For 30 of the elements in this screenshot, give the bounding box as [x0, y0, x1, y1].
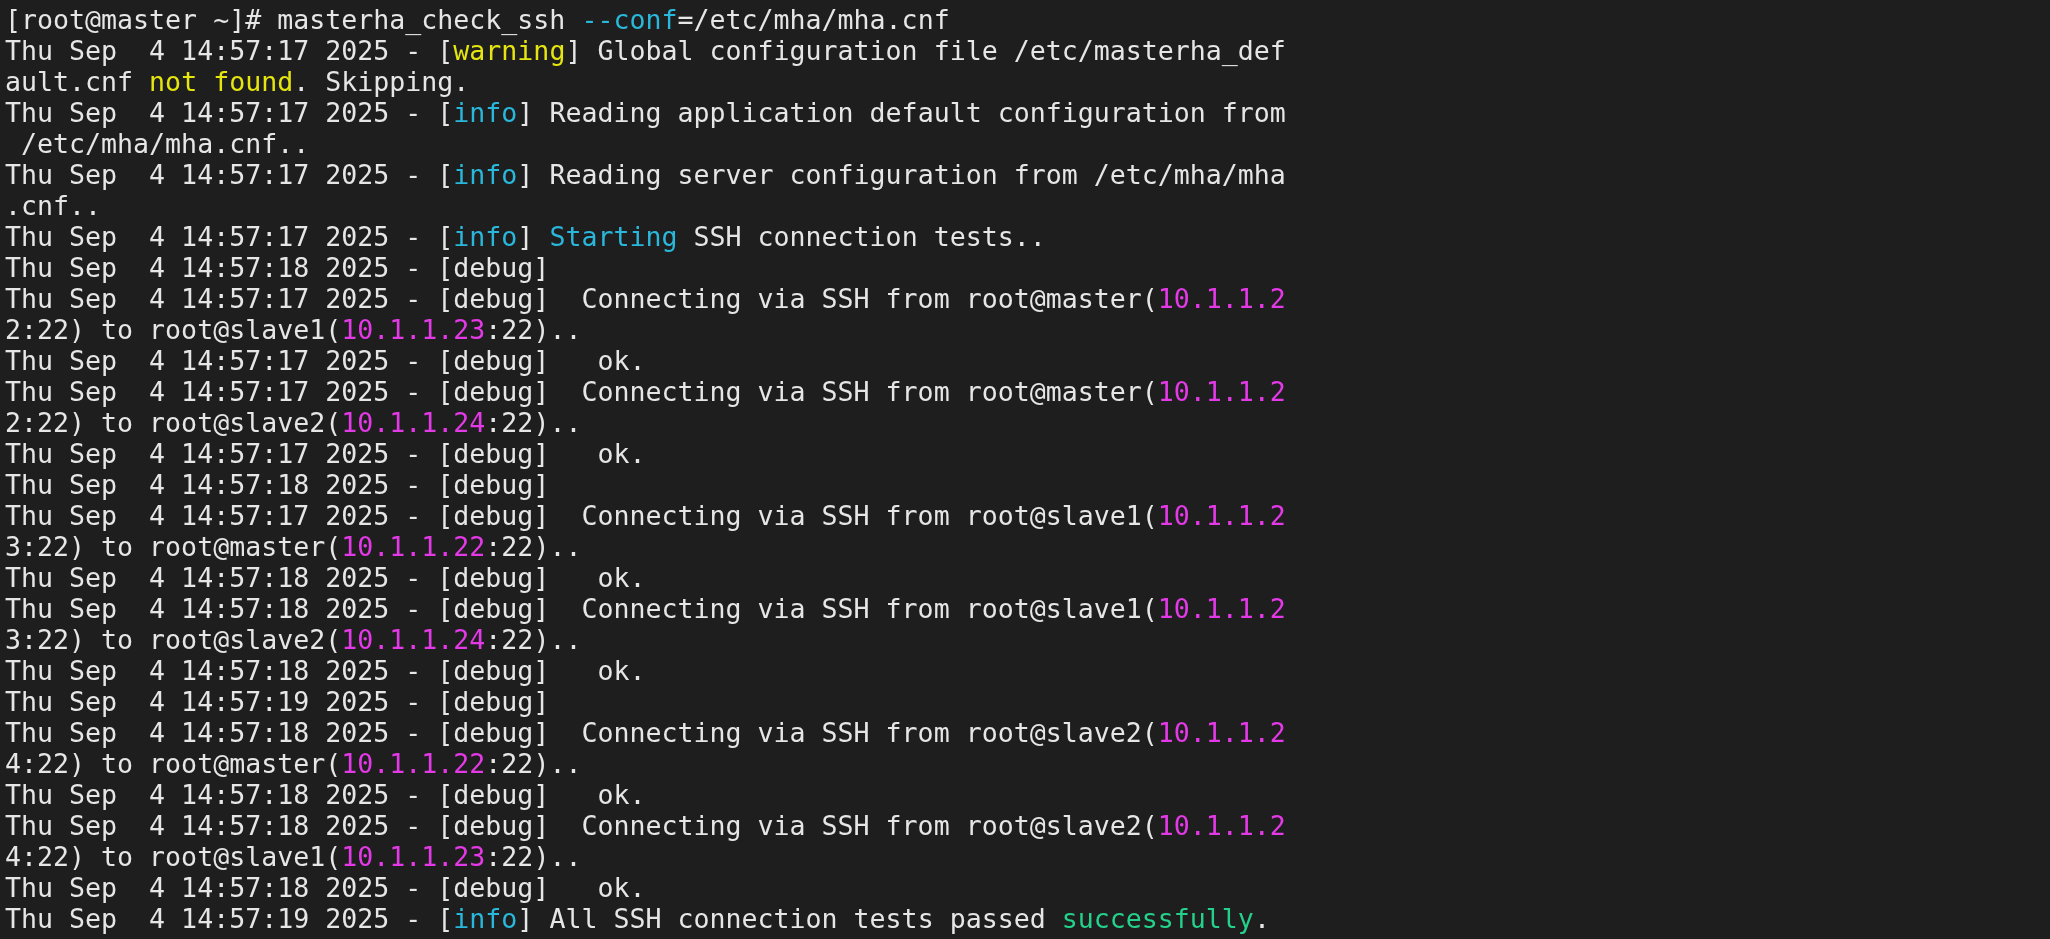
terminal-line: Thu Sep 4 14:57:19 2025 - [debug] — [5, 686, 550, 717]
terminal-line: Thu Sep 4 14:57:18 2025 - [debug] ok. — [5, 779, 646, 810]
terminal-line: Thu Sep 4 14:57:17 2025 - [debug] ok. — [5, 438, 646, 469]
terminal-line: Thu Sep 4 14:57:17 2025 - [debug] Connecting via SSH from root@master(10.1.1.2 — [5, 376, 1286, 407]
terminal-line: .cnf.. — [5, 190, 102, 221]
terminal-line: Thu Sep 4 14:57:18 2025 - [debug] ok. — [5, 562, 646, 593]
terminal-line: Thu Sep 4 14:57:18 2025 - [debug] Connecting via SSH from root@slave2(10.1.1.2 — [5, 717, 1286, 748]
terminal-line: Thu Sep 4 14:57:17 2025 - [info] Reading server configuration from /etc/mha/mha — [5, 159, 1286, 190]
terminal-line: 4:22) to root@master(10.1.1.22:22).. — [5, 748, 582, 779]
terminal-line: Thu Sep 4 14:57:18 2025 - [debug] Connecting via SSH from root@slave1(10.1.1.2 — [5, 593, 1286, 624]
terminal-line: Thu Sep 4 14:57:17 2025 - [info] Starting SSH connection tests.. — [5, 221, 1046, 252]
terminal-line: ault.cnf not found. Skipping. — [5, 66, 470, 97]
terminal-line: 3:22) to root@slave2(10.1.1.24:22).. — [5, 624, 582, 655]
terminal-line: Thu Sep 4 14:57:17 2025 - [debug] Connecting via SSH from root@master(10.1.1.2 — [5, 283, 1286, 314]
terminal-line: [root@master ~]# masterha_check_ssh --conf=/etc/mha/mha.cnf — [5, 4, 950, 35]
terminal-line: 2:22) to root@slave1(10.1.1.23:22).. — [5, 314, 582, 345]
terminal-line: Thu Sep 4 14:57:18 2025 - [debug] ok. — [5, 872, 646, 903]
terminal-line: Thu Sep 4 14:57:17 2025 - [warning] Global configuration file /etc/masterha_def — [5, 35, 1286, 66]
terminal-line: Thu Sep 4 14:57:17 2025 - [debug] ok. — [5, 345, 646, 376]
terminal-line: Thu Sep 4 14:57:19 2025 - [info] All SSH connection tests passed successfully. — [5, 903, 1270, 934]
terminal-line: Thu Sep 4 14:57:17 2025 - [info] Reading application default configuration from — [5, 97, 1286, 128]
terminal-line: Thu Sep 4 14:57:18 2025 - [debug] Connecting via SSH from root@slave2(10.1.1.2 — [5, 810, 1286, 841]
terminal-line: 4:22) to root@slave1(10.1.1.23:22).. — [5, 841, 582, 872]
terminal-line: Thu Sep 4 14:57:18 2025 - [debug] — [5, 252, 550, 283]
terminal-line: Thu Sep 4 14:57:17 2025 - [debug] Connecting via SSH from root@slave1(10.1.1.2 — [5, 500, 1286, 531]
terminal-line: Thu Sep 4 14:57:18 2025 - [debug] ok. — [5, 655, 646, 686]
terminal-line: Thu Sep 4 14:57:18 2025 - [debug] — [5, 469, 550, 500]
terminal-line: /etc/mha/mha.cnf.. — [20, 128, 310, 159]
terminal-line: 2:22) to root@slave2(10.1.1.24:22).. — [5, 407, 582, 438]
terminal-line: 3:22) to root@master(10.1.1.22:22).. — [5, 531, 582, 562]
